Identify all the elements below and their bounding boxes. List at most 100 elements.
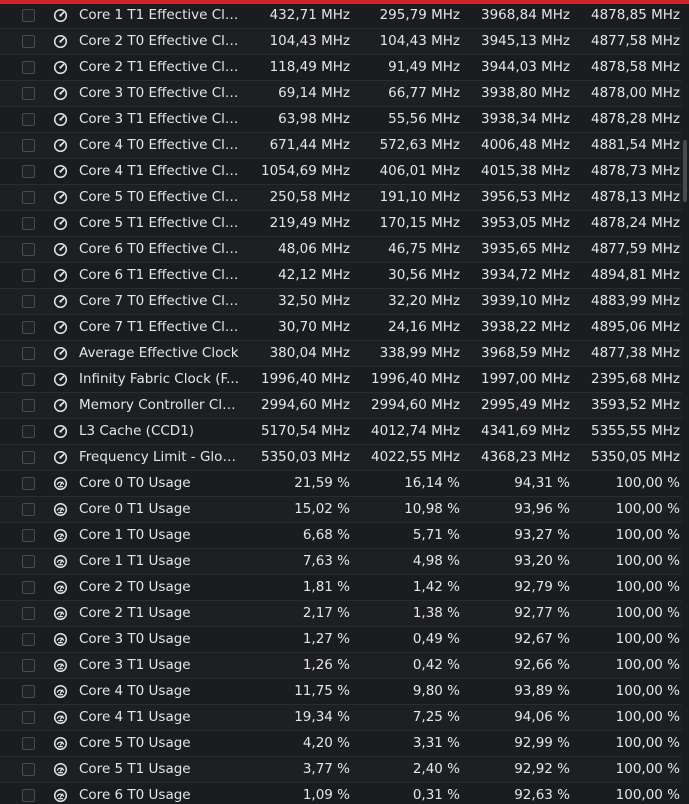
row-checkbox[interactable] [22, 347, 35, 360]
value-minimum: 5,71 % [412, 527, 460, 543]
row-checkbox[interactable] [22, 165, 35, 178]
value-maximum: 100,00 % [615, 683, 680, 699]
row-checkbox[interactable] [22, 139, 35, 152]
value-current: 432,71 MHz [269, 7, 350, 23]
row-checkbox[interactable] [22, 477, 35, 490]
value-maximum: 4877,58 MHz [590, 33, 680, 49]
sensor-row[interactable]: Core 1 T0 Usage 6,68 % 5,71 % 93,27 % 10… [0, 523, 682, 549]
row-checkbox[interactable] [22, 399, 35, 412]
row-checkbox[interactable] [22, 87, 35, 100]
scrollbar-track[interactable] [682, 4, 689, 804]
row-checkbox[interactable] [22, 295, 35, 308]
row-checkbox[interactable] [22, 763, 35, 776]
sensor-row[interactable]: Core 6 T0 Effective Clo... 48,06 MHz 46,… [0, 237, 682, 263]
sensor-row[interactable]: Core 5 T0 Usage 4,20 % 3,31 % 92,99 % 10… [0, 731, 682, 757]
speedometer-icon [53, 268, 68, 283]
sensor-row[interactable]: Core 2 T0 Usage 1,81 % 1,42 % 92,79 % 10… [0, 575, 682, 601]
usage-gauge-icon [53, 528, 68, 543]
sensor-row[interactable]: Core 4 T1 Effective Clo... 1054,69 MHz 4… [0, 159, 682, 185]
value-current: 1,26 % [302, 657, 350, 673]
row-checkbox[interactable] [22, 113, 35, 126]
row-checkbox[interactable] [22, 633, 35, 646]
speedometer-icon [53, 372, 68, 387]
row-checkbox[interactable] [22, 425, 35, 438]
value-minimum: 10,98 % [404, 501, 460, 517]
value-average: 92,67 % [514, 631, 570, 647]
value-average: 92,99 % [514, 735, 570, 751]
sensor-row[interactable]: Core 5 T1 Usage 3,77 % 2,40 % 92,92 % 10… [0, 757, 682, 783]
sensor-label: Core 4 T0 Usage [79, 683, 191, 699]
sensor-row[interactable]: Core 5 T1 Effective Clo... 219,49 MHz 17… [0, 211, 682, 237]
value-maximum: 4878,13 MHz [590, 189, 680, 205]
value-current: 4,20 % [302, 735, 350, 751]
sensor-row[interactable]: Core 2 T1 Usage 2,17 % 1,38 % 92,77 % 10… [0, 601, 682, 627]
speedometer-icon [53, 60, 68, 75]
sensor-row[interactable]: Core 4 T0 Usage 11,75 % 9,80 % 93,89 % 1… [0, 679, 682, 705]
row-checkbox[interactable] [22, 451, 35, 464]
sensor-list: Core 1 T1 Effective Clo... 432,71 MHz 29… [0, 3, 682, 804]
row-checkbox[interactable] [22, 659, 35, 672]
sensor-row[interactable]: Core 3 T1 Effective Clo... 63,98 MHz 55,… [0, 107, 682, 133]
value-maximum: 4883,99 MHz [590, 293, 680, 309]
row-checkbox[interactable] [22, 243, 35, 256]
row-checkbox[interactable] [22, 191, 35, 204]
value-current: 63,98 MHz [278, 111, 350, 127]
sensor-row[interactable]: Core 1 T1 Effective Clo... 432,71 MHz 29… [0, 3, 682, 29]
sensor-row[interactable]: Frequency Limit - Global 5350,03 MHz 402… [0, 445, 682, 471]
scrollbar-thumb[interactable] [683, 140, 687, 202]
usage-gauge-icon [53, 580, 68, 595]
sensor-row[interactable]: Core 7 T0 Effective Clo... 32,50 MHz 32,… [0, 289, 682, 315]
value-average: 3939,10 MHz [480, 293, 570, 309]
value-maximum: 3593,52 MHz [590, 397, 680, 413]
usage-gauge-icon [53, 788, 68, 803]
sensor-row[interactable]: Core 2 T1 Effective Clo... 118,49 MHz 91… [0, 55, 682, 81]
sensor-row[interactable]: Core 2 T0 Effective Clo... 104,43 MHz 10… [0, 29, 682, 55]
row-checkbox[interactable] [22, 9, 35, 22]
value-maximum: 4877,38 MHz [590, 345, 680, 361]
row-checkbox[interactable] [22, 581, 35, 594]
sensor-row[interactable]: Core 3 T0 Effective Clo... 69,14 MHz 66,… [0, 81, 682, 107]
value-maximum: 5355,55 MHz [590, 423, 680, 439]
sensor-row[interactable]: Core 1 T1 Usage 7,63 % 4,98 % 93,20 % 10… [0, 549, 682, 575]
row-checkbox[interactable] [22, 373, 35, 386]
row-checkbox[interactable] [22, 529, 35, 542]
value-average: 92,92 % [514, 761, 570, 777]
value-minimum: 7,25 % [412, 709, 460, 725]
value-current: 32,50 MHz [278, 293, 350, 309]
value-average: 3968,84 MHz [480, 7, 570, 23]
sensor-row[interactable]: Core 4 T0 Effective Clo... 671,44 MHz 57… [0, 133, 682, 159]
sensor-row[interactable]: Core 0 T0 Usage 21,59 % 16,14 % 94,31 % … [0, 471, 682, 497]
row-checkbox[interactable] [22, 737, 35, 750]
sensor-row[interactable]: Core 3 T0 Usage 1,27 % 0,49 % 92,67 % 10… [0, 627, 682, 653]
row-checkbox[interactable] [22, 607, 35, 620]
sensor-row[interactable]: Core 5 T0 Effective Clo... 250,58 MHz 19… [0, 185, 682, 211]
row-checkbox[interactable] [22, 321, 35, 334]
value-average: 93,20 % [514, 553, 570, 569]
row-checkbox[interactable] [22, 555, 35, 568]
sensor-row[interactable]: Core 4 T1 Usage 19,34 % 7,25 % 94,06 % 1… [0, 705, 682, 731]
value-maximum: 100,00 % [615, 605, 680, 621]
sensor-row[interactable]: Average Effective Clock 380,04 MHz 338,9… [0, 341, 682, 367]
value-current: 19,34 % [294, 709, 350, 725]
row-checkbox[interactable] [22, 61, 35, 74]
sensor-row[interactable]: Infinity Fabric Clock (F... 1996,40 MHz … [0, 367, 682, 393]
sensor-row[interactable]: Memory Controller Clo... 2994,60 MHz 299… [0, 393, 682, 419]
sensor-row[interactable]: L3 Cache (CCD1) 5170,54 MHz 4012,74 MHz … [0, 419, 682, 445]
speedometer-icon [53, 424, 68, 439]
row-checkbox[interactable] [22, 503, 35, 516]
usage-gauge-icon [53, 606, 68, 621]
row-checkbox[interactable] [22, 217, 35, 230]
row-checkbox[interactable] [22, 35, 35, 48]
sensor-row[interactable]: Core 6 T0 Usage 1,09 % 0,31 % 92,63 % 10… [0, 783, 682, 804]
value-current: 1,09 % [302, 787, 350, 803]
sensor-row[interactable]: Core 0 T1 Usage 15,02 % 10,98 % 93,96 % … [0, 497, 682, 523]
value-current: 1,27 % [302, 631, 350, 647]
value-current: 2,17 % [302, 605, 350, 621]
row-checkbox[interactable] [22, 685, 35, 698]
row-checkbox[interactable] [22, 789, 35, 802]
sensor-row[interactable]: Core 6 T1 Effective Clo... 42,12 MHz 30,… [0, 263, 682, 289]
row-checkbox[interactable] [22, 711, 35, 724]
row-checkbox[interactable] [22, 269, 35, 282]
sensor-row[interactable]: Core 7 T1 Effective Clo... 30,70 MHz 24,… [0, 315, 682, 341]
sensor-row[interactable]: Core 3 T1 Usage 1,26 % 0,42 % 92,66 % 10… [0, 653, 682, 679]
